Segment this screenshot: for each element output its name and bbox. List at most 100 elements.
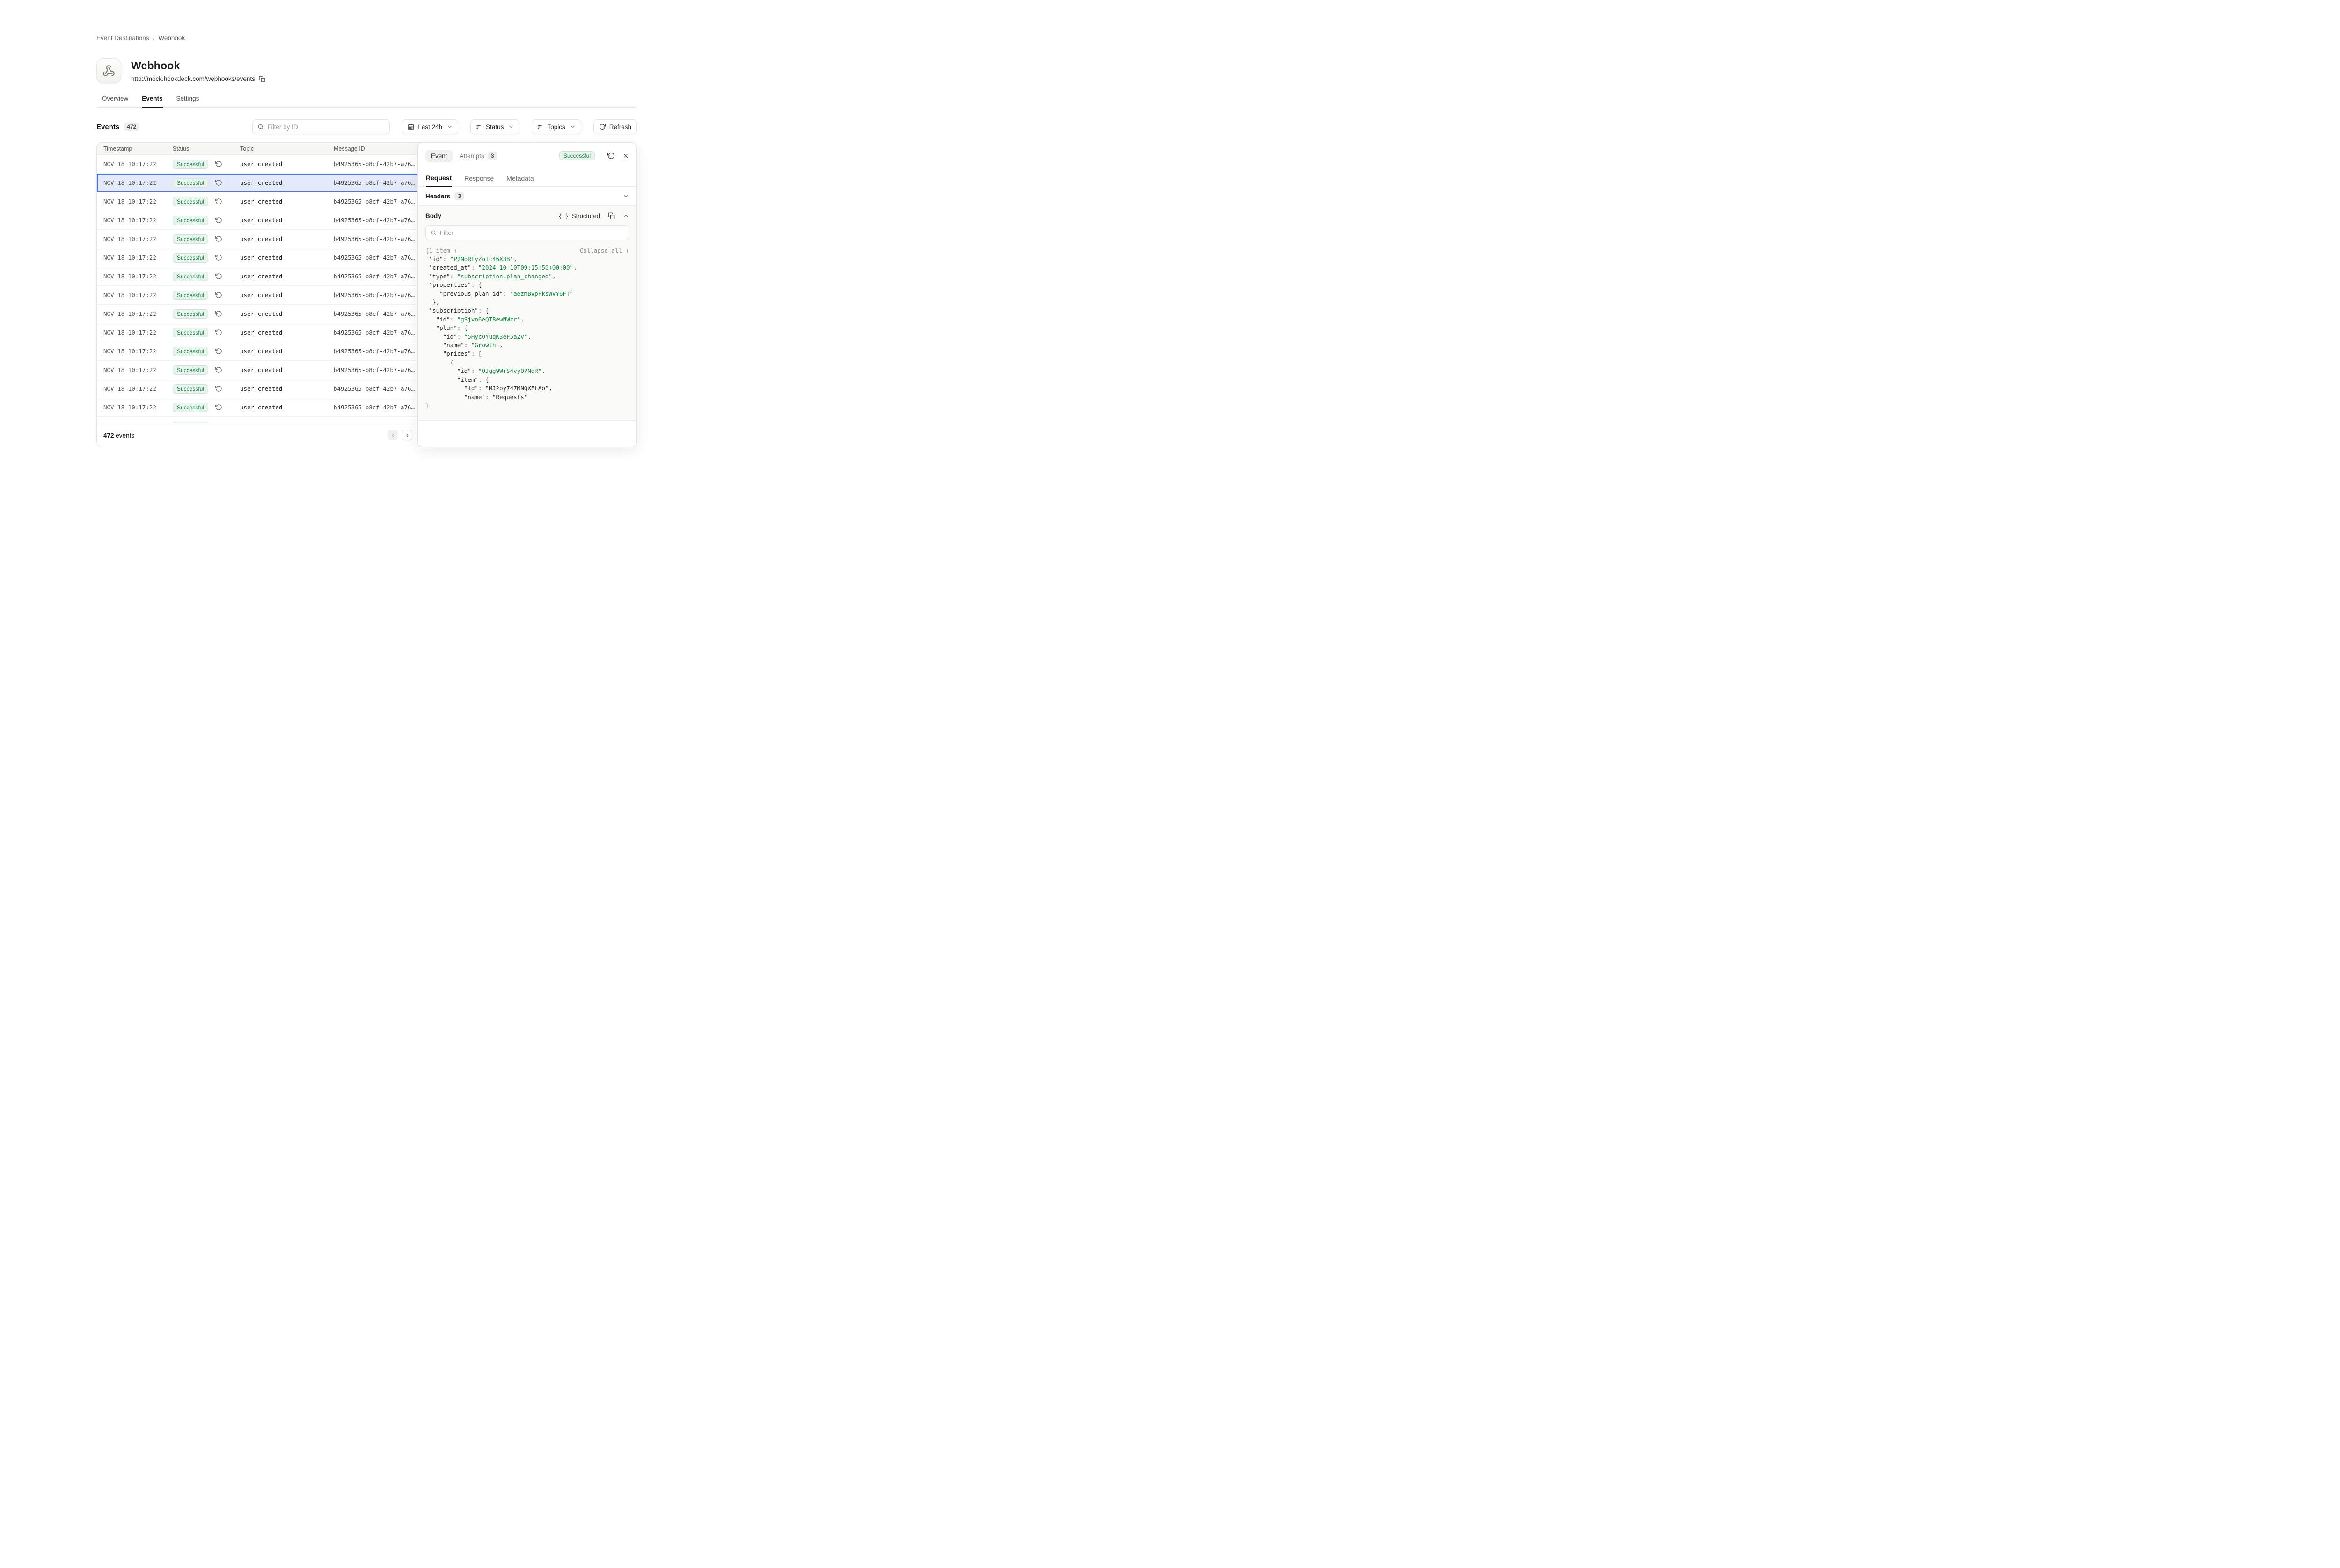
body-header: Body { } Structured: [425, 212, 629, 219]
cell-timestamp: NOV 18 10:17:22: [103, 366, 173, 373]
collapse-all-button[interactable]: Collapse all ↑: [580, 247, 629, 254]
retry-row-button[interactable]: [215, 292, 222, 299]
toolbar: Last 24h Status Topics: [252, 119, 637, 134]
topics-filter-button[interactable]: Topics: [532, 119, 581, 134]
status-badge: Successful: [173, 178, 208, 188]
prev-page-button[interactable]: [388, 430, 398, 440]
retry-row-button[interactable]: [215, 366, 222, 373]
subtab-request[interactable]: Request: [426, 169, 452, 187]
retry-row-button[interactable]: [215, 160, 222, 168]
filter-by-id-box: [252, 119, 390, 134]
footer-count-label: events: [116, 432, 134, 439]
breadcrumb-event-destinations[interactable]: Event Destinations: [96, 35, 149, 42]
cell-status: Successful: [173, 253, 240, 263]
status-badge: Successful: [173, 309, 208, 319]
retry-row-button[interactable]: [215, 235, 222, 242]
status-badge: Successful: [173, 216, 208, 225]
retry-row-button[interactable]: [215, 254, 222, 261]
refresh-button[interactable]: Refresh: [593, 119, 637, 134]
table-row[interactable]: NOV 18 10:17:22Successful user.createdb4…: [97, 323, 419, 342]
cell-status: Successful: [173, 328, 240, 337]
tab-settings[interactable]: Settings: [176, 95, 199, 107]
status-badge: Successful: [173, 234, 208, 244]
col-timestamp: Timestamp: [103, 146, 173, 152]
cell-status: Successful: [173, 347, 240, 356]
cell-topic: user.created: [240, 404, 334, 411]
close-panel-button[interactable]: [622, 153, 629, 159]
table-row[interactable]: NOV 18 10:17:22Successful user.createdb4…: [97, 398, 419, 417]
cell-message-id: b4925365-b8cf-42b7-a76…: [334, 404, 419, 411]
status-filter-button[interactable]: Status: [470, 119, 519, 134]
json-line: "id": "gSjvn6eQTBewNWcr",: [425, 315, 629, 324]
retry-row-button[interactable]: [215, 273, 222, 280]
collapse-body-button[interactable]: [623, 213, 629, 219]
pagination: [388, 430, 412, 440]
cell-status: Successful: [173, 197, 240, 206]
table-row[interactable]: NOV 18 10:17:22Successful user.createdb4…: [97, 211, 419, 230]
table-row[interactable]: NOV 18 10:17:22Successful user.createdb4…: [97, 267, 419, 286]
time-range-button[interactable]: Last 24h: [402, 119, 458, 134]
cell-topic: user.created: [240, 366, 334, 373]
table-row[interactable]: NOV 18 10:17:22Successful user.createdb4…: [97, 192, 419, 211]
events-table-rows: NOV 18 10:17:22Successful user.createdb4…: [97, 155, 419, 423]
table-row[interactable]: NOV 18 10:17:22Successful user.createdb4…: [97, 361, 419, 379]
cell-status: Successful: [173, 309, 240, 319]
headers-accordion[interactable]: Headers 3: [418, 187, 636, 206]
table-row[interactable]: NOV 18 10:17:22Successful user.createdb4…: [97, 248, 419, 267]
retry-row-button[interactable]: [215, 329, 222, 336]
tab-overview[interactable]: Overview: [102, 95, 128, 107]
cell-status: Successful: [173, 178, 240, 188]
table-row[interactable]: NOV 18 10:17:22Successful user.createdb4…: [97, 174, 419, 192]
retry-row-button[interactable]: [215, 404, 222, 411]
status-badge: Successful: [173, 291, 208, 300]
retry-row-button[interactable]: [215, 179, 222, 186]
retry-row-button[interactable]: [215, 310, 222, 317]
table-footer: 472 events: [97, 423, 419, 447]
table-row[interactable]: NOV 18 10:17:22Successful user.createdb4…: [97, 286, 419, 305]
cell-timestamp: NOV 18 10:17:22: [103, 292, 173, 299]
retry-icon: [215, 292, 222, 299]
next-page-button[interactable]: [402, 430, 412, 440]
detail-tab-attempts[interactable]: Attempts 3: [460, 152, 497, 160]
tab-events[interactable]: Events: [142, 95, 162, 108]
retry-icon: [215, 404, 222, 411]
refresh-icon: [599, 124, 606, 130]
retry-row-button[interactable]: [215, 348, 222, 355]
json-line: "plan": {: [425, 324, 629, 332]
table-row[interactable]: NOV 18 10:17:22Successful user.createdb4…: [97, 379, 419, 398]
subtab-response[interactable]: Response: [464, 169, 494, 186]
retry-row-button[interactable]: [215, 217, 222, 224]
retry-icon: [215, 254, 222, 261]
status-badge: Successful: [173, 403, 208, 412]
json-line: {: [425, 358, 629, 367]
copy-icon: [259, 76, 265, 82]
detail-tab-event[interactable]: Event: [425, 150, 453, 162]
footer-count-number: 472: [103, 432, 114, 439]
json-items-note: {1 item ↑: [425, 247, 457, 254]
table-row[interactable]: NOV 18 10:17:22Successful user.createdb4…: [97, 230, 419, 248]
table-row[interactable]: NOV 18 10:17:22Successful user.createdb4…: [97, 417, 419, 423]
status-badge: Successful: [173, 365, 208, 375]
footer-events-count: 472 events: [103, 432, 134, 439]
json-lines: "id": "P2NoRtyZoTc46X3B", "created_at": …: [425, 255, 629, 410]
cell-status: Successful: [173, 160, 240, 169]
body-filter-input[interactable]: [440, 229, 624, 236]
table-row[interactable]: NOV 18 10:17:22Successful user.createdb4…: [97, 305, 419, 323]
chevron-right-icon: [405, 433, 410, 438]
table-row[interactable]: NOV 18 10:17:22Successful user.createdb4…: [97, 155, 419, 174]
filter-by-id-input[interactable]: [267, 124, 385, 131]
json-line: "prices": [: [425, 350, 629, 358]
retry-row-button[interactable]: [215, 385, 222, 392]
body-label: Body: [425, 212, 441, 219]
retry-icon: [215, 310, 222, 317]
copy-body-button[interactable]: [608, 212, 615, 219]
cell-message-id: b4925365-b8cf-42b7-a76…: [334, 292, 419, 299]
structured-view-toggle[interactable]: { } Structured: [558, 212, 600, 219]
retry-row-button[interactable]: [215, 198, 222, 205]
copy-url-button[interactable]: [259, 76, 265, 82]
events-table: Timestamp Status Topic Message ID NOV 18…: [97, 143, 419, 447]
subtab-metadata[interactable]: Metadata: [506, 169, 534, 186]
retry-event-button[interactable]: [607, 152, 615, 160]
json-line: "properties": {: [425, 281, 629, 289]
table-row[interactable]: NOV 18 10:17:22Successful user.createdb4…: [97, 342, 419, 361]
